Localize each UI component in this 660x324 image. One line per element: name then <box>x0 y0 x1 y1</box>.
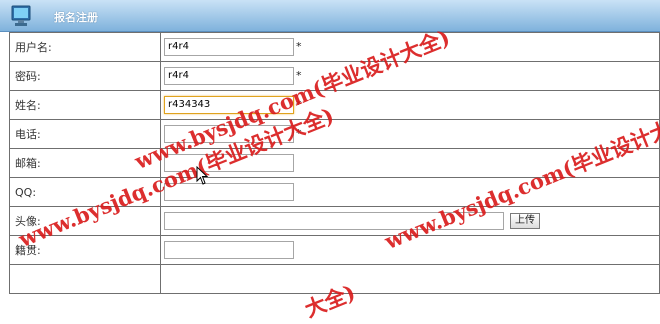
hometown-label: 籍贯: <box>9 235 161 265</box>
form-row-partial <box>9 264 660 294</box>
password-label: 密码: <box>9 61 161 91</box>
form-row-avatar: 头像: 上传 <box>9 206 660 236</box>
avatar-label: 头像: <box>9 206 161 236</box>
name-label: 姓名: <box>9 90 161 120</box>
page-title: 报名注册 <box>54 11 98 24</box>
form-row-qq: QQ: <box>9 177 660 207</box>
registration-form: 用户名: r4r4 * 密码: r4r4 * 姓名: r434343 * 电话: * … <box>9 32 660 294</box>
name-cell: r434343 * <box>160 90 660 120</box>
form-row-name: 姓名: r434343 * <box>9 90 660 120</box>
form-row-username: 用户名: r4r4 * <box>9 32 660 62</box>
qq-cell <box>160 177 660 207</box>
phone-input[interactable] <box>164 125 294 143</box>
name-input[interactable]: r434343 <box>164 96 294 114</box>
qq-label: QQ: <box>9 177 161 207</box>
username-cell: r4r4 * <box>160 32 660 62</box>
phone-label: 电话: <box>9 119 161 149</box>
email-input[interactable] <box>164 154 294 172</box>
required-marker: * <box>296 127 302 140</box>
hometown-cell <box>160 235 660 265</box>
email-label: 邮箱: <box>9 148 161 178</box>
qq-input[interactable] <box>164 183 294 201</box>
required-marker: * <box>296 98 302 111</box>
required-marker: * <box>296 69 302 82</box>
phone-cell: * <box>160 119 660 149</box>
partial-label <box>9 264 161 294</box>
partial-cell <box>160 264 660 294</box>
required-marker: * <box>296 40 302 53</box>
password-input[interactable]: r4r4 <box>164 67 294 85</box>
avatar-cell: 上传 <box>160 206 660 236</box>
password-cell: r4r4 * <box>160 61 660 91</box>
mouse-pointer-icon <box>196 166 209 185</box>
username-input[interactable]: r4r4 <box>164 38 294 56</box>
form-row-phone: 电话: * <box>9 119 660 149</box>
computer-icon <box>11 5 31 26</box>
form-row-password: 密码: r4r4 * <box>9 61 660 91</box>
form-row-email: 邮箱: <box>9 148 660 178</box>
username-label: 用户名: <box>9 32 161 62</box>
hometown-input[interactable] <box>164 241 294 259</box>
email-cell <box>160 148 660 178</box>
title-bar: 报名注册 <box>0 0 660 32</box>
avatar-path-input[interactable] <box>164 212 504 230</box>
upload-button[interactable]: 上传 <box>510 213 540 229</box>
form-row-hometown: 籍贯: <box>9 235 660 265</box>
